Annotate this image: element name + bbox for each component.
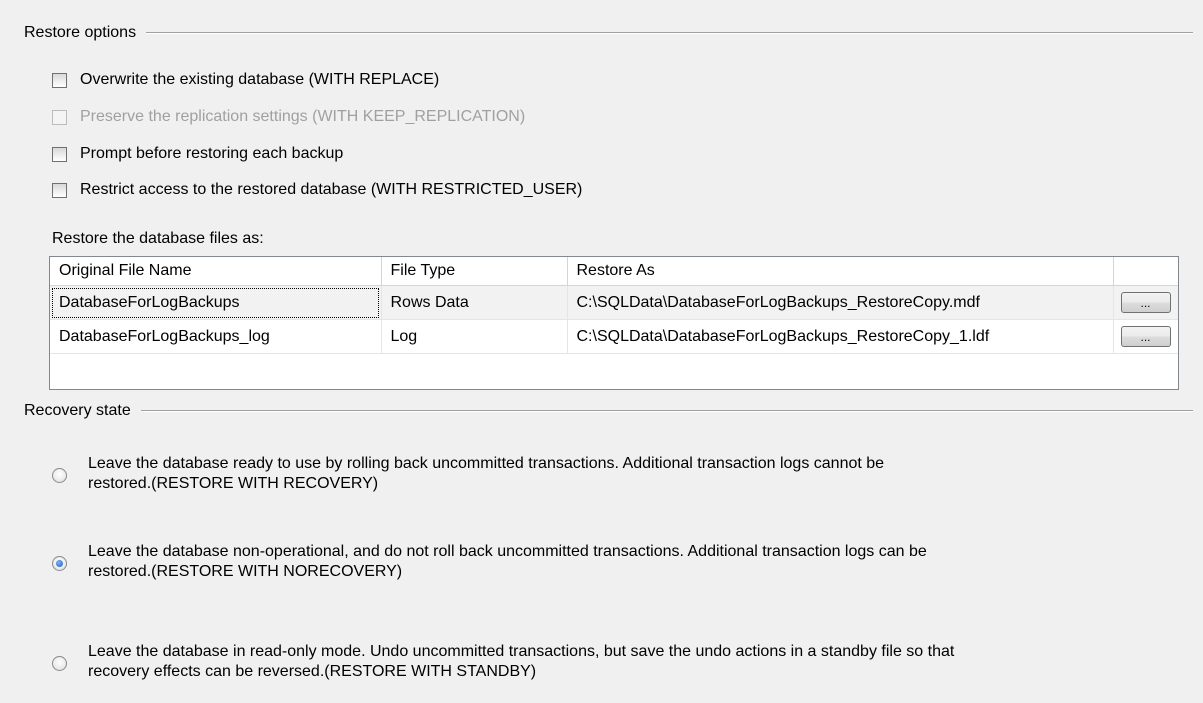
prompt-before-restore-checkbox-row[interactable]: Prompt before restoring each backup bbox=[52, 142, 343, 166]
browse-button[interactable]: ... bbox=[1120, 292, 1171, 313]
table-row[interactable]: DatabaseForLogBackups_log Log C:\SQLData… bbox=[50, 319, 1178, 354]
restore-options-title: Restore options bbox=[24, 24, 137, 41]
with-norecovery-label-line2: restored.(RESTORE WITH NORECOVERY) bbox=[88, 563, 403, 580]
overwrite-checkbox-row[interactable]: Overwrite the existing database (WITH RE… bbox=[52, 68, 439, 92]
with-standby-label-line1: Leave the database in read-only mode. Un… bbox=[88, 643, 955, 660]
restrict-access-checkbox[interactable] bbox=[52, 182, 67, 198]
group-divider bbox=[146, 32, 1193, 34]
group-divider bbox=[140, 410, 1193, 412]
with-norecovery-radio[interactable] bbox=[52, 556, 67, 571]
overwrite-label: Overwrite the existing database (WITH RE… bbox=[80, 71, 440, 88]
with-recovery-label-line1: Leave the database ready to use by rolli… bbox=[88, 455, 885, 472]
file-type-cell[interactable]: Log bbox=[381, 319, 568, 354]
browse-button[interactable]: ... bbox=[1120, 326, 1171, 347]
prompt-before-restore-label: Prompt before restoring each backup bbox=[80, 145, 344, 162]
restrict-access-label: Restrict access to the restored database… bbox=[80, 181, 583, 198]
restore-as-cell[interactable]: C:\SQLData\DatabaseForLogBackups_Restore… bbox=[567, 285, 1114, 320]
preserve-replication-checkbox-row: Preserve the replication settings (WITH … bbox=[52, 105, 525, 129]
preserve-replication-label: Preserve the replication settings (WITH … bbox=[80, 108, 526, 125]
column-header-browse bbox=[1113, 257, 1178, 286]
prompt-before-restore-checkbox[interactable] bbox=[52, 146, 67, 162]
restore-files-label: Restore the database files as: bbox=[52, 230, 264, 247]
column-header-original-file-name[interactable]: Original File Name bbox=[50, 257, 382, 286]
file-type-cell[interactable]: Rows Data bbox=[381, 285, 568, 320]
with-recovery-label: Leave the database ready to use by rolli… bbox=[88, 454, 1168, 494]
recovery-state-group-header: Recovery state bbox=[24, 402, 1193, 420]
restore-options-group-header: Restore options bbox=[24, 24, 1193, 42]
with-recovery-radio[interactable] bbox=[52, 468, 67, 483]
column-header-restore-as[interactable]: Restore As bbox=[567, 257, 1114, 286]
overwrite-checkbox[interactable] bbox=[52, 72, 67, 88]
with-recovery-label-line2: restored.(RESTORE WITH RECOVERY) bbox=[88, 475, 379, 492]
with-standby-radio[interactable] bbox=[52, 656, 67, 671]
recovery-option-with-recovery[interactable]: Leave the database ready to use by rolli… bbox=[52, 454, 1168, 494]
restore-files-grid[interactable]: Original File Name File Type Restore As … bbox=[49, 256, 1179, 390]
with-norecovery-label-line1: Leave the database non-operational, and … bbox=[88, 543, 927, 560]
original-file-name-cell[interactable]: DatabaseForLogBackups bbox=[50, 285, 382, 320]
column-header-file-type[interactable]: File Type bbox=[381, 257, 568, 286]
with-norecovery-label: Leave the database non-operational, and … bbox=[88, 542, 1168, 582]
browse-cell: ... bbox=[1113, 285, 1178, 320]
recovery-option-with-standby[interactable]: Leave the database in read-only mode. Un… bbox=[52, 642, 1168, 682]
table-row[interactable]: DatabaseForLogBackups Rows Data C:\SQLDa… bbox=[50, 285, 1178, 320]
with-standby-label: Leave the database in read-only mode. Un… bbox=[88, 642, 1168, 682]
original-file-name-cell[interactable]: DatabaseForLogBackups_log bbox=[50, 319, 382, 354]
recovery-state-title: Recovery state bbox=[24, 402, 131, 419]
preserve-replication-checkbox bbox=[52, 109, 67, 125]
grid-header-row: Original File Name File Type Restore As bbox=[50, 257, 1178, 286]
restrict-access-checkbox-row[interactable]: Restrict access to the restored database… bbox=[52, 178, 582, 202]
browse-cell: ... bbox=[1113, 319, 1178, 354]
restore-as-cell[interactable]: C:\SQLData\DatabaseForLogBackups_Restore… bbox=[567, 319, 1114, 354]
recovery-option-with-norecovery[interactable]: Leave the database non-operational, and … bbox=[52, 542, 1168, 582]
with-standby-label-line2: recovery effects can be reversed.(RESTOR… bbox=[88, 663, 537, 680]
